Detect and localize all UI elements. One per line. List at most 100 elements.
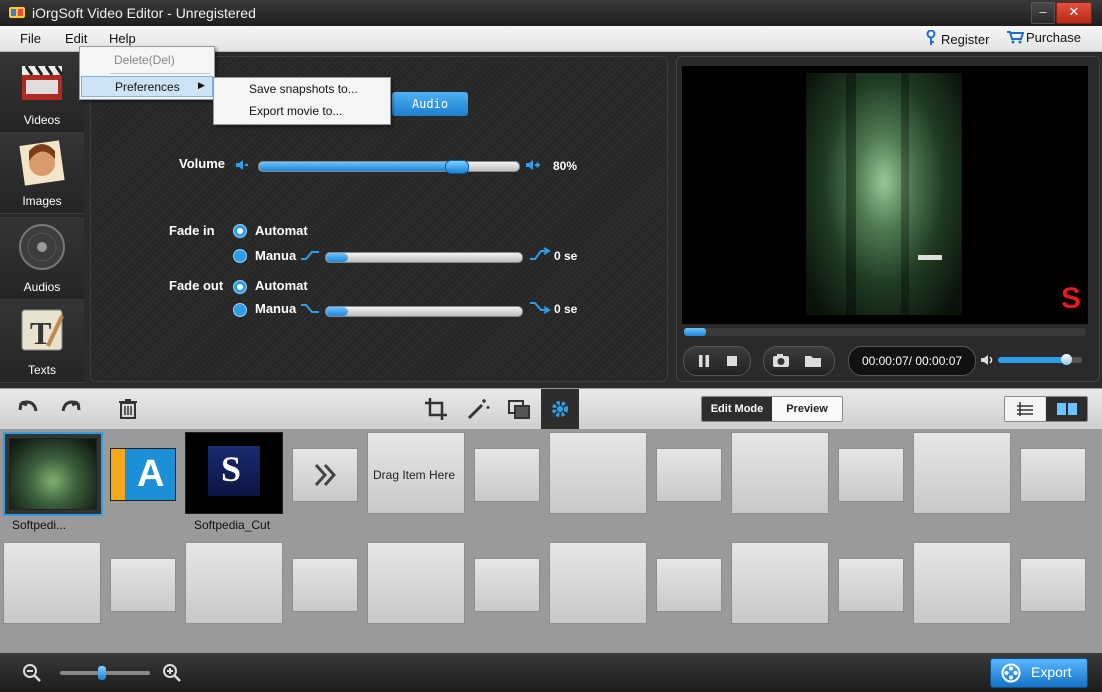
fade-out-end-icon [530,302,551,314]
video-watermark: S [1061,282,1082,315]
disc-icon [19,224,65,270]
redo-icon[interactable] [57,395,85,423]
fade-in-label: Fade in [169,223,215,238]
menu-edit[interactable]: Edit [65,31,87,46]
transition-slot[interactable] [474,558,540,612]
volume-knob[interactable] [445,160,469,174]
pause-icon[interactable] [698,355,710,367]
transition-slot[interactable] [838,558,904,612]
menu-item-delete[interactable]: Delete(Del) [114,53,175,67]
settings-tab-active[interactable] [541,389,579,429]
drop-zone-hint: Drag Item Here [373,468,456,482]
drop-zone[interactable]: Drag Item Here [367,432,465,514]
clip-label: Softpedi... [12,518,67,532]
clip-slot[interactable] [731,542,829,624]
trash-icon[interactable] [114,395,142,423]
fade-out-label: Fade out [169,278,224,293]
fade-out-automatic-radio[interactable] [233,280,247,294]
export-button[interactable]: Export [990,658,1088,688]
volume-slider[interactable] [258,160,520,174]
register-link[interactable]: Register [941,32,989,47]
seek-bar[interactable] [684,328,1086,336]
transition-slot[interactable] [656,558,722,612]
storyboard-clip[interactable]: A [110,448,176,501]
zoom-out-icon[interactable] [22,663,42,683]
preview-volume-knob[interactable] [1061,354,1072,365]
media-sidebar: Videos Images Audios T Texts [0,52,84,384]
folder-icon[interactable] [804,353,822,368]
zoom-slider-knob[interactable] [98,666,106,680]
stop-icon[interactable] [726,355,738,367]
export-label: Export [1031,664,1072,680]
speaker-icon[interactable] [980,354,994,366]
minimize-button[interactable]: – [1031,2,1055,24]
fade-out-manual-label: Manua [255,301,297,316]
transition-slot[interactable] [110,558,176,612]
menu-file[interactable]: File [20,31,41,46]
volume-up-icon[interactable] [525,159,541,171]
menu-item-save-snapshots[interactable]: Save snapshots to... [249,82,358,96]
view-toggle [1004,396,1088,422]
film-reel-icon [1001,663,1021,683]
transition-slot[interactable] [656,448,722,502]
edit-mode-button[interactable]: Edit Mode [702,397,772,421]
timecode-display: 00:00:07/ 00:00:07 [848,346,976,376]
fade-out-slider[interactable] [325,306,523,317]
undo-icon[interactable] [14,395,42,423]
preview-volume-slider[interactable] [998,354,1082,365]
menu-item-export-movie[interactable]: Export movie to... [249,104,342,118]
bottom-bar: Export [0,653,1102,692]
clip-slot[interactable] [367,542,465,624]
crop-icon[interactable] [422,395,450,423]
zoom-slider[interactable] [60,666,150,680]
overlay-icon[interactable] [505,395,533,423]
fade-in-manual-radio[interactable] [233,249,247,263]
clip-slot[interactable] [549,432,647,514]
clip-slot[interactable] [913,432,1011,514]
transition-slot[interactable] [838,448,904,502]
magic-wand-icon[interactable] [464,395,492,423]
transition-slot[interactable] [1020,558,1086,612]
clip-slot[interactable] [549,542,647,624]
clip-slot[interactable] [3,542,101,624]
clip-slot[interactable] [185,542,283,624]
purchase-link[interactable]: Purchase [1026,30,1081,45]
transition-slot[interactable] [292,558,358,612]
menu-item-preferences[interactable]: Preferences ▶ [81,76,213,97]
cart-icon [1007,31,1024,44]
sidebar-item-videos[interactable]: Videos [0,52,84,133]
submenu-arrow-icon: ▶ [198,80,205,90]
transition-slot[interactable] [474,448,540,502]
transition-slot[interactable] [1020,448,1086,502]
fade-in-start-icon [301,251,319,260]
sidebar-label: Texts [27,363,56,377]
storyboard-clip-selected[interactable] [3,432,103,516]
fade-in-automatic-radio[interactable] [233,224,247,238]
sidebar-item-images[interactable]: Images [0,133,84,214]
storyboard: Softpedi... A S Softpedia_Cut Drag Item … [0,429,1102,653]
zoom-in-icon[interactable] [162,663,182,683]
playback-controls [683,346,751,376]
double-chevron-right-icon [314,463,337,487]
storyboard-clip[interactable]: S [185,432,283,514]
preview-mode-button[interactable]: Preview [772,397,842,421]
fade-in-value: 0 se [554,249,578,263]
transition-slot[interactable] [292,448,358,502]
timeline-view-button[interactable] [1005,397,1045,421]
volume-label: Volume [179,156,225,171]
clip-label: Softpedia_Cut [194,518,271,532]
volume-down-icon[interactable] [235,159,249,171]
fade-out-manual-radio[interactable] [233,303,247,317]
clip-slot[interactable] [913,542,1011,624]
sidebar-label: Images [22,194,62,208]
menu-help[interactable]: Help [109,31,136,46]
clip-slot[interactable] [731,432,829,514]
close-window-button[interactable]: ✕ [1056,2,1092,24]
sidebar-item-audios[interactable]: Audios [0,217,84,300]
sidebar-item-texts[interactable]: T Texts [0,300,84,383]
camera-icon[interactable] [772,353,790,368]
fade-out-automatic-label: Automat [255,278,308,293]
tab-audio[interactable]: Audio [392,92,468,116]
fade-in-slider[interactable] [325,252,523,263]
storyboard-view-button[interactable] [1046,397,1087,421]
